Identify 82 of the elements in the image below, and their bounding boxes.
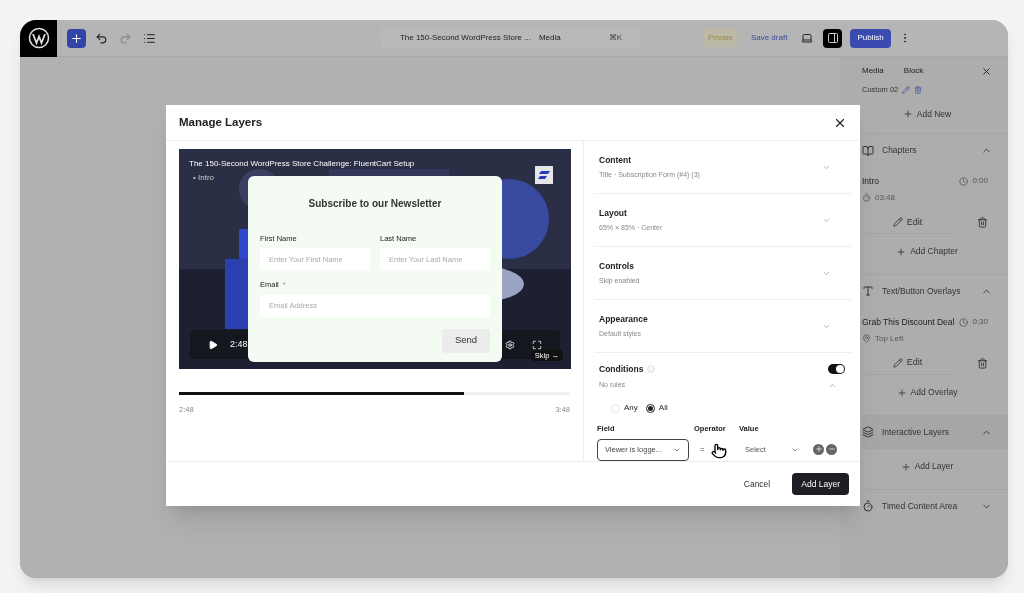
plus-icon xyxy=(902,109,913,119)
remove-rule-button[interactable] xyxy=(826,443,837,455)
minus-icon xyxy=(827,445,836,453)
add-button[interactable]: Add Overlay xyxy=(862,374,992,411)
hand-cursor-icon xyxy=(711,443,727,459)
clock-icon xyxy=(959,317,969,327)
pencil-icon xyxy=(892,358,903,368)
add-block-button[interactable] xyxy=(67,28,86,48)
section-title: Interactive Layers xyxy=(882,425,951,439)
section-header[interactable]: Chapters xyxy=(862,133,1008,167)
clock-icon xyxy=(959,176,969,186)
add-layer-button[interactable]: Add Layer xyxy=(792,473,849,495)
undo-icon[interactable] xyxy=(95,31,108,45)
section-title: Appearance xyxy=(599,312,649,326)
settings-icon[interactable] xyxy=(505,339,515,350)
add-new-button[interactable]: Add New xyxy=(862,95,992,133)
section-title: Layout xyxy=(599,206,628,220)
command-bar[interactable]: The 150-Second WordPress Store ... Media ⌘K xyxy=(381,27,641,49)
video-title: The 150-Second WordPress Store Challenge: FluentCart Setup xyxy=(189,158,415,170)
section-title: Content xyxy=(599,153,633,167)
section-header[interactable]: Interactive Layers xyxy=(862,414,1008,449)
trash-icon[interactable] xyxy=(977,358,988,369)
section-icon xyxy=(862,285,874,298)
section-icon xyxy=(862,426,874,438)
shortcut-hint: ⌘K xyxy=(608,32,623,44)
radio-option[interactable]: All xyxy=(645,402,668,415)
laptop-icon[interactable] xyxy=(801,32,814,44)
pencil-icon xyxy=(892,217,903,228)
plus-icon xyxy=(896,387,907,398)
section-title: Timed Content Area xyxy=(882,499,959,513)
plus-icon xyxy=(70,31,83,45)
trash-icon[interactable] xyxy=(977,217,988,229)
list-view-icon[interactable] xyxy=(143,31,156,45)
section-title: Text/Button Overlays xyxy=(882,284,962,298)
plus-icon xyxy=(900,461,911,472)
section-header[interactable]: Text/Button Overlays xyxy=(862,273,1008,308)
section-title: Conditions xyxy=(599,363,644,376)
radio-option[interactable]: Any xyxy=(611,402,638,415)
wordpress-logo[interactable] xyxy=(20,20,57,57)
item-meta: Top Left xyxy=(875,332,904,345)
toggle-switch[interactable] xyxy=(828,364,845,375)
plus-icon xyxy=(814,445,823,453)
section-icon xyxy=(862,144,874,157)
add-rule-button[interactable] xyxy=(813,443,824,455)
fullscreen-icon[interactable] xyxy=(532,339,542,350)
form-title: Subscribe to our Newsletter xyxy=(307,197,443,211)
timer-icon xyxy=(862,193,871,203)
plus-icon xyxy=(896,246,907,257)
add-button[interactable]: Add Chapter xyxy=(862,233,992,270)
progress-track[interactable] xyxy=(179,392,570,395)
item-title: Intro xyxy=(862,175,880,188)
section-icon xyxy=(862,500,874,512)
item-time: 0:00 xyxy=(972,175,988,188)
sidebar-tab[interactable]: Block xyxy=(903,65,924,77)
sidebar-toggle[interactable] xyxy=(823,28,843,48)
cancel-button[interactable]: Cancel xyxy=(735,473,779,495)
sidebar-icon xyxy=(826,32,839,44)
document-type: Media xyxy=(538,32,561,44)
status-label: Private xyxy=(704,29,737,47)
document-title: The 150-Second WordPress Store ... xyxy=(399,32,531,44)
info-icon xyxy=(647,365,656,374)
current-time: 2:48 xyxy=(230,337,248,351)
chapter-label: • Intro xyxy=(193,172,215,184)
item-time: 0:30 xyxy=(972,316,988,329)
send-button[interactable]: Send xyxy=(442,328,490,353)
pin-icon xyxy=(862,334,871,343)
modal-title: Manage Layers xyxy=(179,114,264,130)
edit-button[interactable]: Edit xyxy=(862,211,953,234)
section-title: Controls xyxy=(599,259,635,273)
sidebar-tab[interactable]: Media xyxy=(862,65,884,77)
play-icon[interactable] xyxy=(208,339,218,350)
publish-button[interactable]: Publish xyxy=(850,28,891,48)
add-button[interactable]: Add Layer xyxy=(862,448,992,485)
wordpress-logo-icon xyxy=(27,27,50,49)
edit-button[interactable]: Edit xyxy=(862,352,953,375)
section-header[interactable]: Timed Content Area xyxy=(862,488,1008,523)
save-draft-button[interactable]: Save draft xyxy=(750,32,788,44)
section-title: Chapters xyxy=(882,144,918,157)
logo-icon xyxy=(538,171,550,179)
item-meta: 03:48 xyxy=(875,191,896,204)
close-icon[interactable] xyxy=(981,65,992,77)
item-title: Grab This Discount Deal xyxy=(862,315,956,329)
